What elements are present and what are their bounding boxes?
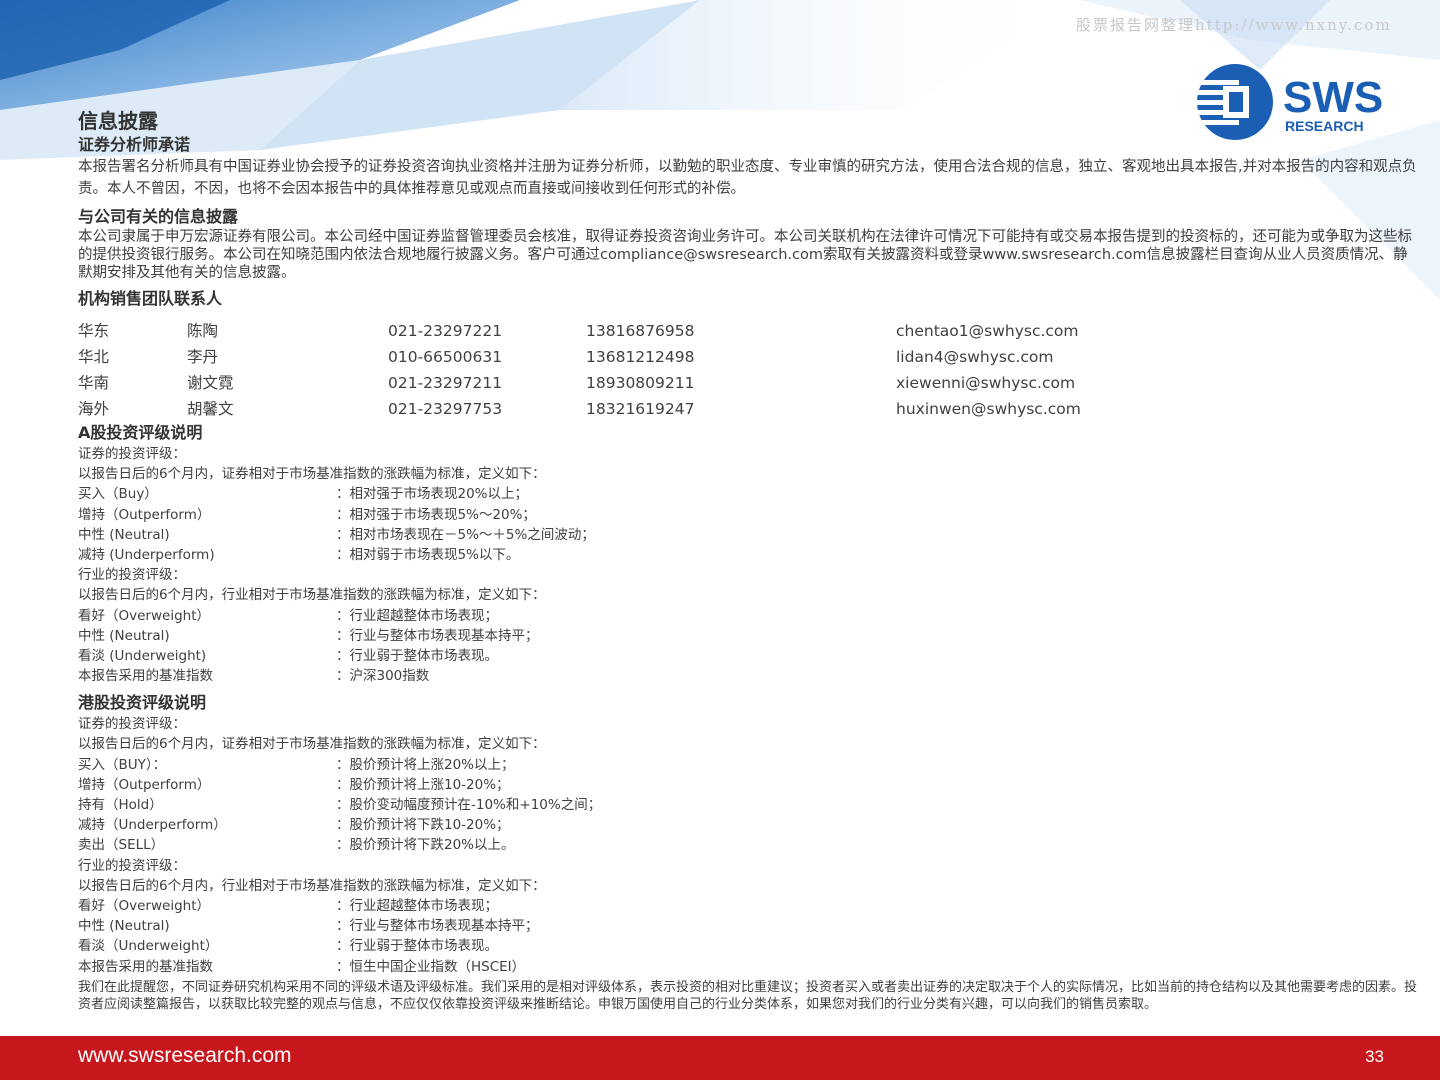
a-share-heading: A股投资评级说明 bbox=[78, 423, 203, 442]
rating-row: 中性 (Neutral) ：相对市场表现在－5%～＋5%之间波动； bbox=[78, 526, 595, 543]
page-title: 信息披露 bbox=[78, 109, 158, 133]
rating-row: 看好（Overweight） ：行业超越整体市场表现； bbox=[78, 897, 498, 914]
email-link[interactable]: huxinwen@swhysc.com bbox=[896, 396, 1081, 422]
analyst-heading: 证券分析师承诺 bbox=[78, 135, 191, 154]
rating-row: 看好（Overweight） ：行业超越整体市场表现； bbox=[78, 607, 498, 624]
rating-row: 减持 (Underperform) ：相对弱于市场表现5%以下。 bbox=[78, 546, 520, 563]
rating-row: 卖出（SELL） ：股价预计将下跌20%以上。 bbox=[78, 837, 515, 854]
rating-row: 持有（Hold） ：股价变动幅度预计在-10%和+10%之间； bbox=[78, 797, 602, 813]
company-heading: 与公司有关的信息披露 bbox=[78, 207, 239, 226]
a-share-ratings: 证券的投资评级： 以报告日后的6个月内，证券相对于市场基准指数的涨跌幅为标准，定… bbox=[78, 444, 1418, 686]
rating-row: 看淡（Underweight） ：行业弱于整体市场表现。 bbox=[78, 938, 498, 955]
page-number: 33 bbox=[1365, 1047, 1384, 1066]
email-link[interactable]: xiewenni@swhysc.com bbox=[896, 370, 1075, 396]
rating-row: 买入（Buy） ：相对强于市场表现20%以上； bbox=[78, 486, 529, 503]
disclosure-content: 信息披露 证券分析师承诺 本报告署名分析师具有中国证券业协会授予的证券投资咨询执… bbox=[78, 108, 1418, 1026]
rating-row: 本报告采用的基准指数 ：沪深300指数 bbox=[78, 668, 430, 685]
rating-row: 买入（BUY）： ：股价预计将上涨20%以上； bbox=[78, 756, 515, 773]
table-row: 华南 谢文霓 021-23297211 18930809211 xiewenni… bbox=[78, 370, 1418, 396]
watermark: 股票报告网整理http://www.nxny.com bbox=[1076, 16, 1392, 34]
rating-row: 本报告采用的基准指数 ：恒生中国企业指数（HSCEI） bbox=[78, 958, 526, 975]
contacts-table: 华东 陈陶 021-23297221 13816876958 chentao1@… bbox=[78, 318, 1418, 422]
rating-row: 中性 (Neutral) ：行业与整体市场表现基本持平； bbox=[78, 918, 539, 935]
table-row: 华东 陈陶 021-23297221 13816876958 chentao1@… bbox=[78, 318, 1418, 344]
footer-bar: www.swsresearch.com 33 bbox=[0, 1036, 1440, 1080]
rating-row: 中性 (Neutral) ：行业与整体市场表现基本持平； bbox=[78, 627, 539, 644]
rating-row: 增持（Outperform） ：相对强于市场表现5%～20%； bbox=[78, 506, 536, 523]
rating-row: 看淡 (Underweight) ：行业弱于整体市场表现。 bbox=[78, 647, 498, 664]
email-link[interactable]: lidan4@swhysc.com bbox=[896, 344, 1054, 370]
hk-share-heading: 港股投资评级说明 bbox=[78, 693, 207, 713]
hk-share-ratings: 证券的投资评级： 以报告日后的6个月内，证券相对于市场基准指数的涨跌幅为标准，定… bbox=[78, 714, 1418, 976]
company-text: 本公司隶属于申万宏源证券有限公司。本公司经中国证券监督管理委员会核准，取得证券投… bbox=[78, 229, 1412, 281]
rating-row: 减持（Underperform） ：股价预计将下跌10-20%； bbox=[78, 817, 510, 834]
rating-reminder: 我们在此提醒您，不同证券研究机构采用不同的评级术语及评级标准。我们采用的是相对评… bbox=[78, 979, 1418, 1012]
email-link[interactable]: chentao1@swhysc.com bbox=[896, 318, 1079, 344]
table-row: 海外 胡馨文 021-23297753 18321619247 huxinwen… bbox=[78, 396, 1418, 422]
analyst-text: 本报告署名分析师具有中国证券业协会授予的证券投资咨询执业资格并注册为证券分析师，… bbox=[78, 159, 1417, 197]
rating-row: 增持（Outperform） ：股价预计将上涨10-20%； bbox=[78, 776, 510, 793]
table-row: 华北 李丹 010-66500631 13681212498 lidan4@sw… bbox=[78, 344, 1418, 370]
footer-url-link[interactable]: www.swsresearch.com bbox=[78, 1044, 292, 1068]
sales-heading: 机构销售团队联系人 bbox=[78, 289, 223, 308]
